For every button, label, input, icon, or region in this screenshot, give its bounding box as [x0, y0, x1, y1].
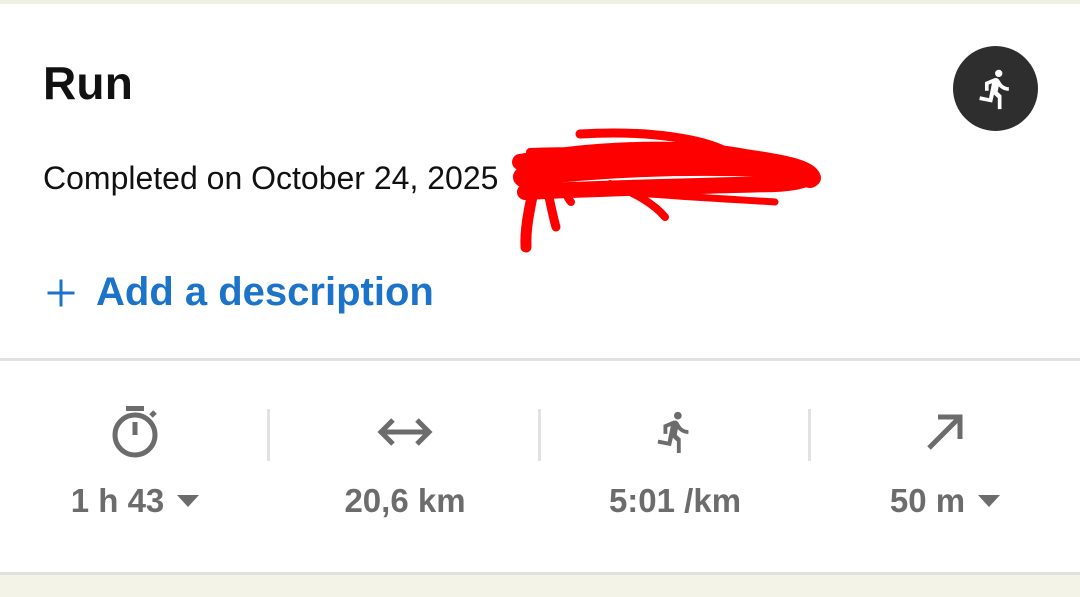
redaction-scribble: [512, 128, 821, 253]
stat-distance-value: 20,6 km: [344, 482, 466, 519]
stat-duration-value: 1 h 43: [70, 482, 165, 519]
stat-pace[interactable]: 5:01 /km: [540, 361, 810, 572]
running-person-icon: [647, 403, 703, 461]
stat-elevation-value: 50 m: [889, 482, 966, 519]
activity-title: Run: [43, 57, 134, 109]
chevron-down-icon: [978, 495, 1001, 507]
activity-type-button[interactable]: [953, 46, 1038, 131]
bottom-panel-edge: [0, 575, 1080, 597]
stopwatch-icon: [107, 403, 163, 461]
plus-icon: [47, 279, 75, 306]
add-description-button[interactable]: Add a description: [47, 270, 434, 315]
running-person-icon: [978, 69, 1009, 109]
stat-pace-value: 5:01 /km: [608, 482, 742, 519]
add-description-label: Add a description: [96, 270, 434, 314]
stats-row: 1 h 43 20,6 km 5:01 /km 50 m: [0, 361, 1080, 572]
up-right-arrow-icon: [917, 403, 973, 461]
stat-distance[interactable]: 20,6 km: [270, 361, 540, 572]
stat-duration[interactable]: 1 h 43: [0, 361, 270, 572]
horizontal-arrows-icon: [377, 403, 433, 461]
activity-card: Run Completed on October 24, 2025 Add a …: [0, 0, 1080, 597]
chevron-down-icon: [177, 495, 200, 507]
completed-date: Completed on October 24, 2025: [43, 160, 499, 196]
stat-elevation[interactable]: 50 m: [810, 361, 1080, 572]
activity-header: Run Completed on October 24, 2025 Add a …: [0, 4, 1080, 358]
